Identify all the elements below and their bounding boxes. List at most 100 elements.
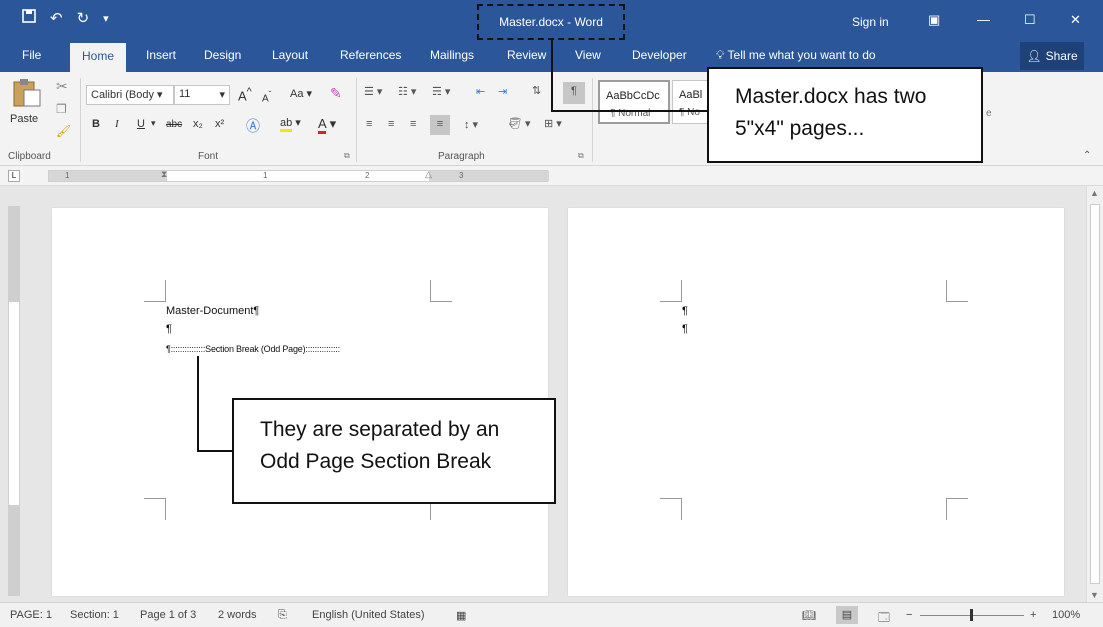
- tab-view[interactable]: View: [575, 48, 601, 62]
- document-area: Master-Document¶ ¶ ¶:::::::::::::::Secti…: [0, 186, 1103, 602]
- collapse-ribbon-icon[interactable]: ⌃: [1083, 150, 1091, 161]
- underline-button[interactable]: U: [137, 118, 145, 130]
- borders-icon[interactable]: ⊞ ▾: [544, 117, 562, 130]
- styles-more-icon[interactable]: e: [986, 108, 992, 119]
- underline-dropdown-icon[interactable]: ▾: [151, 118, 156, 129]
- web-layout-icon[interactable]: 🗔︎: [878, 609, 890, 627]
- subscript-button[interactable]: x₂: [193, 118, 203, 130]
- customize-qat-icon[interactable]: ▾: [103, 9, 109, 27]
- style-no-spacing[interactable]: AaBl ¶ No: [672, 80, 712, 124]
- scroll-down-icon[interactable]: ▼: [1090, 590, 1099, 600]
- font-size-dropdown[interactable]: 11 ▾: [174, 85, 230, 105]
- window-title: Master.docx - Word: [477, 4, 625, 40]
- shading-icon[interactable]: 🪣︎ ▾: [508, 117, 531, 130]
- justify-icon[interactable]: ≡: [430, 115, 450, 135]
- close-button[interactable]: ✕: [1070, 12, 1081, 28]
- tab-mailings[interactable]: Mailings: [430, 48, 474, 62]
- paragraph-dialog-launcher-icon[interactable]: ⧉: [578, 151, 584, 161]
- align-center-icon[interactable]: ≡: [388, 118, 394, 130]
- highlight-color-icon[interactable]: ab ▾: [280, 116, 301, 132]
- zoom-level[interactable]: 100%: [1052, 609, 1080, 621]
- macro-recording-icon[interactable]: ▦: [456, 609, 466, 622]
- tab-insert[interactable]: Insert: [146, 48, 176, 62]
- tab-file[interactable]: File: [22, 48, 41, 62]
- superscript-button[interactable]: x²: [215, 118, 224, 130]
- right-indent-marker-icon[interactable]: △: [425, 169, 432, 180]
- ribbon-display-options-icon[interactable]: ▣: [928, 12, 940, 28]
- section-indicator[interactable]: Section: 1: [70, 609, 119, 621]
- paste-button[interactable]: Paste: [10, 78, 44, 125]
- section-break-odd-page[interactable]: ¶:::::::::::::::Section Break (Odd Page)…: [166, 344, 340, 354]
- clear-formatting-icon[interactable]: ✎: [330, 85, 342, 102]
- language-indicator[interactable]: English (United States): [312, 609, 425, 621]
- font-name-dropdown[interactable]: Calibri (Body ▾: [86, 85, 174, 105]
- font-color-icon[interactable]: A ▾: [318, 116, 336, 134]
- zoom-slider-handle[interactable]: [970, 609, 973, 621]
- bullets-icon[interactable]: ☰ ▾: [364, 85, 382, 98]
- copy-icon[interactable]: ❐: [56, 102, 67, 116]
- undo-icon[interactable]: ↶: [50, 9, 63, 27]
- document-heading[interactable]: Master-Document¶: [166, 305, 259, 317]
- save-icon[interactable]: [22, 9, 36, 27]
- sort-icon[interactable]: ⇅: [532, 84, 541, 97]
- callout-top-line2: 5"x4" pages...: [735, 116, 865, 140]
- line-spacing-icon[interactable]: ↕ ▾: [464, 118, 478, 131]
- shrink-font-button[interactable]: Aˇ: [262, 89, 271, 104]
- italic-button[interactable]: I: [115, 118, 119, 130]
- tab-references[interactable]: References: [340, 48, 401, 62]
- scroll-up-icon[interactable]: ▲: [1090, 188, 1099, 198]
- bold-button[interactable]: B: [92, 118, 100, 130]
- print-layout-icon[interactable]: ▤: [836, 606, 858, 624]
- style-no-spacing-preview: AaBl: [679, 89, 703, 101]
- sign-in-link[interactable]: Sign in: [852, 15, 889, 29]
- horizontal-ruler[interactable]: 1 1 2 3 ⧗ △: [48, 169, 549, 182]
- group-divider: [356, 78, 357, 162]
- page-count[interactable]: Page 1 of 3: [140, 609, 196, 621]
- grow-font-button[interactable]: A^: [238, 86, 252, 103]
- tab-layout[interactable]: Layout: [272, 48, 308, 62]
- tab-design[interactable]: Design: [204, 48, 241, 62]
- page-2[interactable]: ¶ ¶: [568, 208, 1064, 596]
- font-dialog-launcher-icon[interactable]: ⧉: [344, 151, 350, 161]
- strikethrough-button[interactable]: abc: [166, 119, 182, 130]
- callout-connector: [197, 356, 199, 452]
- vertical-scrollbar[interactable]: ▲ ▼: [1086, 186, 1103, 602]
- share-label: Share: [1045, 49, 1078, 63]
- share-button[interactable]: 👤︎ Share: [1020, 42, 1084, 70]
- paragraph-mark[interactable]: ¶: [166, 323, 172, 335]
- change-case-button[interactable]: Aa ▾: [290, 87, 312, 100]
- zoom-in-button[interactable]: +: [1030, 609, 1036, 621]
- redo-icon[interactable]: ↻: [77, 9, 90, 27]
- tab-home[interactable]: Home: [70, 43, 127, 72]
- text-effects-icon[interactable]: Ⓐ: [246, 116, 260, 136]
- multilevel-list-icon[interactable]: ☴ ▾: [432, 85, 450, 98]
- minimize-button[interactable]: —: [977, 12, 990, 27]
- maximize-button[interactable]: ☐: [1024, 12, 1036, 28]
- paragraph-mark[interactable]: ¶: [682, 323, 688, 335]
- ruler-tick: 1: [65, 171, 70, 180]
- read-mode-icon[interactable]: 📖︎: [802, 609, 816, 622]
- tab-developer[interactable]: Developer: [632, 48, 687, 62]
- indent-marker-icon[interactable]: ⧗: [161, 169, 167, 180]
- word-count[interactable]: 2 words: [218, 609, 257, 621]
- tell-me-search[interactable]: 💡︎ Tell me what you want to do: [716, 48, 876, 63]
- tab-selector-icon[interactable]: L: [8, 170, 20, 182]
- tab-review[interactable]: Review: [507, 48, 546, 62]
- decrease-indent-icon[interactable]: ⇤: [476, 85, 485, 98]
- paragraph-mark[interactable]: ¶: [682, 305, 688, 317]
- style-normal[interactable]: AaBbCcDc ¶ Normal: [598, 80, 670, 124]
- align-right-icon[interactable]: ≡: [410, 118, 416, 130]
- vertical-ruler[interactable]: [8, 206, 20, 596]
- page-indicator[interactable]: PAGE: 1: [10, 609, 52, 621]
- increase-indent-icon[interactable]: ⇥: [498, 85, 507, 98]
- callout-connector: [551, 40, 553, 112]
- scrollbar-thumb[interactable]: [1090, 204, 1100, 584]
- show-formatting-marks-icon[interactable]: ¶: [563, 82, 585, 104]
- style-normal-preview: AaBbCcDc: [606, 90, 660, 102]
- numbering-icon[interactable]: ☷ ▾: [398, 85, 416, 98]
- cut-icon[interactable]: ✂: [56, 78, 68, 95]
- zoom-out-button[interactable]: −: [906, 609, 912, 621]
- align-left-icon[interactable]: ≡: [366, 118, 372, 130]
- proofing-icon[interactable]: ⎘: [278, 609, 287, 622]
- format-painter-icon[interactable]: 🖌︎: [56, 124, 71, 138]
